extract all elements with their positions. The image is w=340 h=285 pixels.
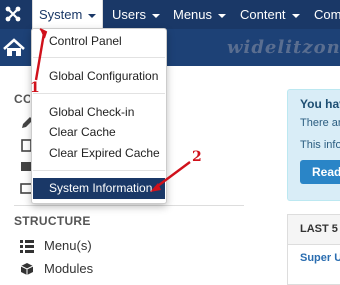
sidebar-item-modules[interactable]: Modules <box>44 261 93 276</box>
info-text-line2: This info <box>300 139 340 151</box>
menu-menus[interactable]: Menus <box>173 0 227 29</box>
system-dropdown-menu: Control Panel Global Configuration Globa… <box>31 28 167 204</box>
menu-item-control-panel[interactable]: Control Panel <box>49 34 122 48</box>
annotation-number-1: 1 <box>30 80 40 96</box>
menu-item-system-information[interactable]: System Information <box>33 178 165 199</box>
info-text-line1: There ar <box>300 117 340 129</box>
chevron-down-icon <box>151 13 160 18</box>
watermark: widelitzone <box>227 37 340 58</box>
content-heading: CO <box>14 92 30 106</box>
annotation-number-2: 2 <box>192 149 202 165</box>
home-icon[interactable] <box>0 29 28 66</box>
info-title: You hav <box>300 97 340 111</box>
menu-content[interactable]: Content <box>240 0 300 29</box>
menu-users[interactable]: Users <box>112 0 160 29</box>
menu-divider <box>33 170 165 171</box>
last-logged-in-panel: LAST 5 Super U <box>287 214 340 285</box>
menu-system[interactable]: System <box>32 0 104 29</box>
chevron-down-icon <box>218 13 227 18</box>
menu-item-global-check-in[interactable]: Global Check-in <box>49 105 134 119</box>
read-button[interactable]: Read <box>300 160 340 184</box>
chevron-down-icon <box>88 13 97 18</box>
menu-item-global-configuration[interactable]: Global Configuration <box>49 69 158 83</box>
last-panel-user-link[interactable]: Super U <box>300 252 340 264</box>
joomla-logo-icon[interactable] <box>4 5 22 23</box>
menu-item-clear-expired-cache[interactable]: Clear Expired Cache <box>49 146 160 160</box>
top-navbar: System Users Menus Content Com <box>0 0 340 29</box>
last-panel-header: LAST 5 <box>288 215 340 245</box>
list-icon <box>20 240 34 253</box>
menu-divider <box>33 57 165 58</box>
menu-divider <box>33 93 165 94</box>
sidebar-item-menus[interactable]: Menu(s) <box>44 238 92 253</box>
info-alert: You hav There ar This info Read <box>287 89 340 201</box>
sidebar-divider <box>14 205 244 206</box>
chevron-down-icon <box>291 13 300 18</box>
cube-icon <box>20 263 34 275</box>
structure-heading: STRUCTURE <box>14 214 91 228</box>
menu-item-clear-cache[interactable]: Clear Cache <box>49 125 116 139</box>
menu-components[interactable]: Com <box>314 0 340 29</box>
